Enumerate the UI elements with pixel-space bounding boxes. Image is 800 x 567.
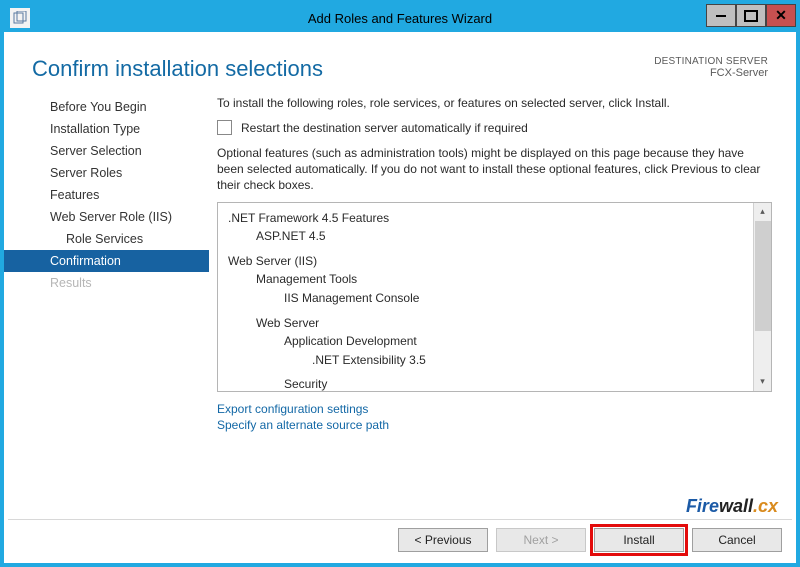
install-button[interactable]: Install [594,528,684,552]
list-item: .NET Framework 4.5 Features [228,209,747,228]
selections-content: .NET Framework 4.5 Features ASP.NET 4.5 … [218,203,753,391]
restart-checkbox[interactable] [217,120,232,135]
nav-web-server-role[interactable]: Web Server Role (IIS) [4,206,209,228]
minimize-button[interactable] [706,4,736,27]
main-content: To install the following roles, role ser… [209,90,796,520]
close-button[interactable]: ✕ [766,4,796,27]
selections-listbox: .NET Framework 4.5 Features ASP.NET 4.5 … [217,202,772,392]
nav-role-services[interactable]: Role Services [4,228,209,250]
footer-buttons: < Previous Next > Install Cancel [8,519,792,559]
restart-label: Restart the destination server automatic… [241,121,528,135]
window-title: Add Roles and Features Wizard [4,11,796,26]
nav-server-roles[interactable]: Server Roles [4,162,209,184]
next-button: Next > [496,528,586,552]
scroll-down-icon[interactable]: ▾ [754,373,772,391]
nav-installation-type[interactable]: Installation Type [4,118,209,140]
list-item: Management Tools [256,270,747,289]
branding-logo: Firewall.cx [686,496,778,517]
page-title: Confirm installation selections [32,56,323,82]
optional-features-note: Optional features (such as administratio… [217,145,772,194]
nav-confirmation[interactable]: Confirmation [4,250,209,272]
destination-label: DESTINATION SERVER [654,56,768,67]
nav-features[interactable]: Features [4,184,209,206]
scroll-thumb[interactable] [755,221,771,331]
destination-server-info: DESTINATION SERVER FCX-Server [654,56,768,79]
previous-button[interactable]: < Previous [398,528,488,552]
nav-server-selection[interactable]: Server Selection [4,140,209,162]
alternate-source-link[interactable]: Specify an alternate source path [217,418,772,432]
list-item: .NET Extensibility 3.5 [312,351,747,370]
titlebar[interactable]: Add Roles and Features Wizard ✕ [4,4,796,32]
list-item: Application Development [284,332,747,351]
export-config-link[interactable]: Export configuration settings [217,402,772,416]
nav-results: Results [4,272,209,294]
scroll-up-icon[interactable]: ▴ [754,203,772,221]
list-item: IIS Management Console [284,289,747,308]
list-item: ASP.NET 4.5 [256,227,747,246]
intro-text: To install the following roles, role ser… [217,96,772,110]
wizard-sidebar: Before You Begin Installation Type Serve… [4,90,209,520]
list-item: Security [284,375,747,390]
list-item: Web Server [256,314,747,333]
nav-before-you-begin[interactable]: Before You Begin [4,96,209,118]
destination-value: FCX-Server [654,67,768,79]
cancel-button[interactable]: Cancel [692,528,782,552]
scrollbar[interactable]: ▴ ▾ [753,203,771,391]
list-item: Web Server (IIS) [228,252,747,271]
maximize-button[interactable] [736,4,766,27]
